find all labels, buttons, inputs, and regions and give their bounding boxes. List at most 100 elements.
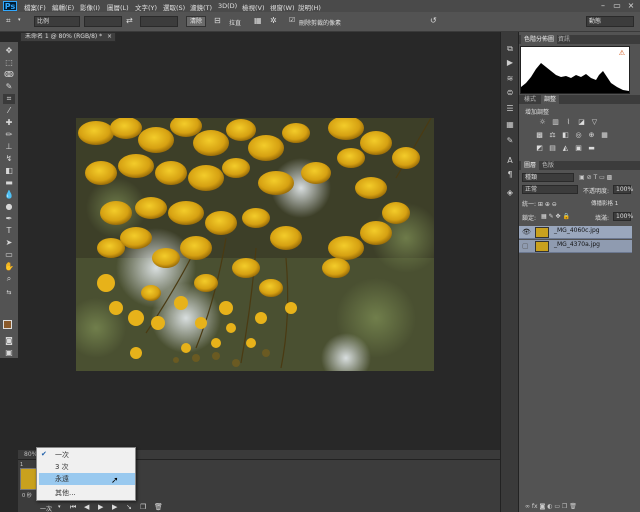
hue-saturation-icon[interactable]: ▩ — [535, 131, 544, 139]
gear-icon[interactable]: ✲ — [270, 16, 277, 25]
type-tool-icon[interactable]: T — [3, 226, 15, 236]
color-lookup-icon[interactable]: ▦ — [600, 131, 609, 139]
clone-source-icon[interactable]: ⊜ — [504, 88, 516, 98]
delete-cropped-checkbox[interactable]: ☑ — [289, 16, 295, 24]
menu-filter[interactable]: 濾鏡(T) — [190, 2, 212, 12]
photo-filter-icon[interactable]: ◎ — [574, 131, 583, 139]
exposure-icon[interactable]: ◪ — [577, 118, 586, 126]
next-frame-icon[interactable]: ▶ — [112, 503, 117, 511]
chevron-down-icon[interactable]: ▾ — [18, 17, 21, 23]
foreground-color-swatch[interactable] — [3, 320, 12, 329]
threshold-icon[interactable]: ◭ — [561, 144, 570, 152]
tween-icon[interactable]: ↘ — [126, 503, 132, 511]
canvas-image[interactable] — [76, 118, 434, 371]
layer-row[interactable]: ▢ _MG_4370a.jpg — [519, 240, 632, 253]
invert-icon[interactable]: ◩ — [535, 144, 544, 152]
menu-window[interactable]: 視窗(W) — [270, 2, 295, 12]
levels-icon[interactable]: ▥ — [551, 118, 560, 126]
black-white-icon[interactable]: ◧ — [561, 131, 570, 139]
swatches-panel-icon[interactable]: ▦ — [504, 120, 516, 130]
tab-channels[interactable]: 色版 — [539, 161, 557, 170]
color-balance-icon[interactable]: ⚖ — [548, 131, 557, 139]
gradient-tool-icon[interactable]: ▬ — [3, 178, 15, 188]
menu-3d[interactable]: 3D(D) — [218, 2, 237, 10]
menu-view[interactable]: 檢視(V) — [242, 2, 265, 12]
vibrance-icon[interactable]: ▽ — [590, 118, 599, 126]
document-tab[interactable]: 未命名 1 @ 80% (RGB/8) * × — [20, 32, 116, 42]
unify-icons[interactable]: 統一: ⊞ ⊕ ⊖ — [522, 199, 557, 208]
loop-option-once[interactable]: 一次 — [39, 449, 135, 461]
menu-type[interactable]: 文字(Y) — [135, 2, 157, 12]
quick-mask-icon[interactable]: ◙ — [3, 336, 15, 346]
hand-tool-icon[interactable]: ✋ — [3, 262, 15, 272]
play-icon[interactable]: ▶ — [98, 503, 103, 511]
fill-field[interactable]: 100% — [613, 212, 633, 221]
shape-tool-icon[interactable]: ▭ — [3, 250, 15, 260]
layer-row[interactable]: 👁 _MG_4060c.jpg — [519, 226, 632, 239]
actions-panel-icon[interactable]: ▶ — [504, 58, 516, 68]
crop-ratio-select[interactable]: 比例 — [34, 16, 80, 27]
lock-icons[interactable]: ▦ ✎ ✥ 🔒 — [541, 213, 570, 220]
straighten-icon[interactable]: ⊟ — [214, 16, 221, 25]
zoom-tool-icon[interactable]: ⌕ — [3, 274, 15, 284]
properties-panel-icon[interactable]: ☰ — [504, 104, 516, 114]
brush-tool-icon[interactable]: ✏ — [3, 130, 15, 140]
reset-colors-icon[interactable]: ⇆ — [3, 288, 15, 298]
selective-color-icon[interactable]: ▣ — [574, 144, 583, 152]
path-select-tool-icon[interactable]: ➤ — [3, 238, 15, 248]
channel-mixer-icon[interactable]: ⊕ — [587, 131, 596, 139]
menu-help[interactable]: 說明(H) — [298, 2, 321, 12]
move-tool-icon[interactable]: ✥ — [3, 46, 15, 56]
previous-frame-icon[interactable]: ◀ — [84, 503, 89, 511]
screen-mode-icon[interactable]: ▣ — [3, 348, 15, 358]
menu-edit[interactable]: 編輯(E) — [52, 2, 74, 12]
crop-tool-icon[interactable]: ⌗ — [3, 94, 15, 104]
paragraph-panel-icon[interactable]: ¶ — [504, 170, 516, 180]
maximize-button[interactable]: ▭ — [611, 1, 623, 11]
notes-panel-icon[interactable]: ✎ — [504, 136, 516, 146]
propagate-frame-label[interactable]: 傳播影格 1 — [591, 199, 618, 207]
frame-duration[interactable]: 0 秒 — [22, 492, 32, 499]
clear-button[interactable]: 清除 — [186, 16, 206, 27]
workspace-select[interactable]: 動態 — [586, 16, 634, 27]
tab-adjustments[interactable]: 調整 — [541, 95, 560, 104]
warning-icon[interactable]: ⚠ — [619, 49, 625, 57]
layer-name[interactable]: _MG_4370a.jpg — [554, 241, 600, 248]
character-panel-icon[interactable]: A — [504, 156, 516, 166]
stamp-tool-icon[interactable]: ⊥ — [3, 142, 15, 152]
dodge-tool-icon[interactable]: ● — [3, 202, 15, 212]
layer-filter-select[interactable]: 種類 — [522, 173, 574, 182]
blur-tool-icon[interactable]: 💧 — [3, 190, 15, 200]
tab-layers[interactable]: 圖層 — [521, 161, 540, 170]
width-field[interactable] — [84, 16, 122, 27]
grid-overlay-icon[interactable]: ▦ — [254, 16, 262, 25]
filter-icons[interactable]: ▣ ⊘ T ▭ ▩ — [579, 174, 612, 181]
loop-select[interactable]: 一次 — [40, 504, 52, 512]
minimize-button[interactable]: – — [597, 1, 609, 11]
menu-file[interactable]: 檔案(F) — [24, 2, 46, 12]
loop-option-other[interactable]: 其他... — [39, 487, 135, 499]
reset-icon[interactable]: ↺ — [430, 16, 437, 25]
eyedropper-tool-icon[interactable]: ⁄ — [3, 106, 15, 116]
menu-select[interactable]: 選取(S) — [163, 2, 185, 12]
healing-tool-icon[interactable]: ✚ — [3, 118, 15, 128]
history-panel-icon[interactable]: ⧉ — [504, 44, 516, 54]
eraser-tool-icon[interactable]: ◧ — [3, 166, 15, 176]
close-icon[interactable]: × — [107, 33, 112, 41]
gradient-map-icon[interactable]: ▬ — [587, 144, 596, 152]
loop-option-forever[interactable]: 永遠 — [39, 473, 135, 485]
height-field[interactable] — [140, 16, 178, 27]
chevron-down-icon[interactable]: ▾ — [58, 504, 61, 510]
layer-name[interactable]: _MG_4060c.jpg — [554, 227, 600, 234]
marquee-tool-icon[interactable]: ⬚ — [3, 58, 15, 68]
pen-tool-icon[interactable]: ✒ — [3, 214, 15, 224]
straighten-label[interactable]: 拉直 — [229, 18, 241, 27]
quick-select-tool-icon[interactable]: ✎ — [3, 82, 15, 92]
eye-icon[interactable]: 👁 — [522, 228, 531, 236]
crop-tool-icon[interactable]: ⌗ — [6, 16, 11, 26]
menu-image[interactable]: 影像(I) — [80, 2, 100, 12]
swap-icon[interactable]: ⇄ — [126, 16, 133, 25]
tab-histogram[interactable]: 色階分佈圖 — [521, 35, 558, 44]
visibility-toggle[interactable]: ▢ — [522, 242, 529, 250]
blend-mode-select[interactable]: 正常 — [522, 185, 578, 194]
